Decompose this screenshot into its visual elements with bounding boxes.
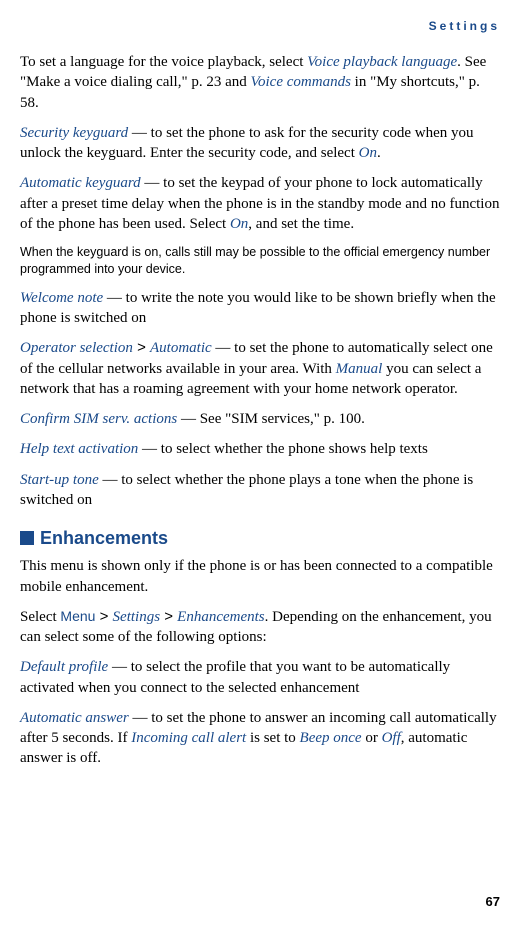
paragraph-welcome-note: Welcome note — to write the note you wou…: [20, 288, 500, 329]
paragraph-enhancements-intro: This menu is shown only if the phone is …: [20, 556, 500, 597]
text: .: [377, 145, 381, 161]
paragraph-help-text: Help text activation — to select whether…: [20, 439, 500, 459]
paragraph-operator-selection: Operator selection > Automatic — to set …: [20, 338, 500, 399]
link-beep-once[interactable]: Beep once: [300, 730, 362, 746]
term-security-keyguard: Security keyguard: [20, 125, 128, 141]
paragraph-voice-playback: To set a language for the voice playback…: [20, 52, 500, 113]
square-bullet-icon: [20, 531, 34, 545]
paragraph-automatic-keyguard: Automatic keyguard — to set the keypad o…: [20, 173, 500, 234]
page-number: 67: [486, 893, 500, 911]
section-heading-enhancements: Enhancements: [20, 526, 500, 550]
link-settings[interactable]: Settings: [113, 609, 161, 625]
breadcrumb-separator: >: [133, 339, 150, 356]
link-menu[interactable]: Menu: [60, 608, 95, 624]
link-enhancements[interactable]: Enhancements: [177, 609, 264, 625]
term-automatic-keyguard: Automatic keyguard: [20, 175, 141, 191]
term-automatic: Automatic: [150, 340, 212, 356]
breadcrumb-separator: >: [160, 608, 177, 625]
text: or: [362, 730, 382, 746]
term-help-text-activation: Help text activation: [20, 441, 138, 457]
paragraph-startup-tone: Start-up tone — to select whether the ph…: [20, 470, 500, 511]
term-welcome-note: Welcome note: [20, 290, 103, 306]
term-startup-tone: Start-up tone: [20, 472, 99, 488]
paragraph-automatic-answer: Automatic answer — to set the phone to a…: [20, 708, 500, 769]
link-voice-playback-language[interactable]: Voice playback language: [307, 54, 457, 70]
text: , and set the time.: [248, 216, 354, 232]
text: Select: [20, 609, 60, 625]
text: — See "SIM services," p. 100.: [177, 411, 365, 427]
term-automatic-answer: Automatic answer: [20, 710, 129, 726]
link-incoming-call-alert[interactable]: Incoming call alert: [131, 730, 246, 746]
paragraph-select-menu: Select Menu > Settings > Enhancements. D…: [20, 607, 500, 648]
note-emergency-calls: When the keyguard is on, calls still may…: [20, 244, 500, 278]
link-manual[interactable]: Manual: [336, 361, 383, 377]
link-on[interactable]: On: [359, 145, 377, 161]
heading-text: Enhancements: [40, 528, 168, 548]
paragraph-security-keyguard: Security keyguard — to set the phone to …: [20, 123, 500, 164]
paragraph-confirm-sim: Confirm SIM serv. actions — See "SIM ser…: [20, 409, 500, 429]
paragraph-default-profile: Default profile — to select the profile …: [20, 657, 500, 698]
text: is set to: [246, 730, 299, 746]
text: — to select whether the phone shows help…: [138, 441, 428, 457]
term-default-profile: Default profile: [20, 659, 108, 675]
breadcrumb-separator: >: [95, 608, 112, 625]
link-voice-commands[interactable]: Voice commands: [251, 74, 351, 90]
term-confirm-sim: Confirm SIM serv. actions: [20, 411, 177, 427]
link-on[interactable]: On: [230, 216, 248, 232]
link-off[interactable]: Off: [382, 730, 401, 746]
page-header: Settings: [20, 18, 500, 34]
text: To set a language for the voice playback…: [20, 54, 307, 70]
term-operator-selection: Operator selection: [20, 340, 133, 356]
